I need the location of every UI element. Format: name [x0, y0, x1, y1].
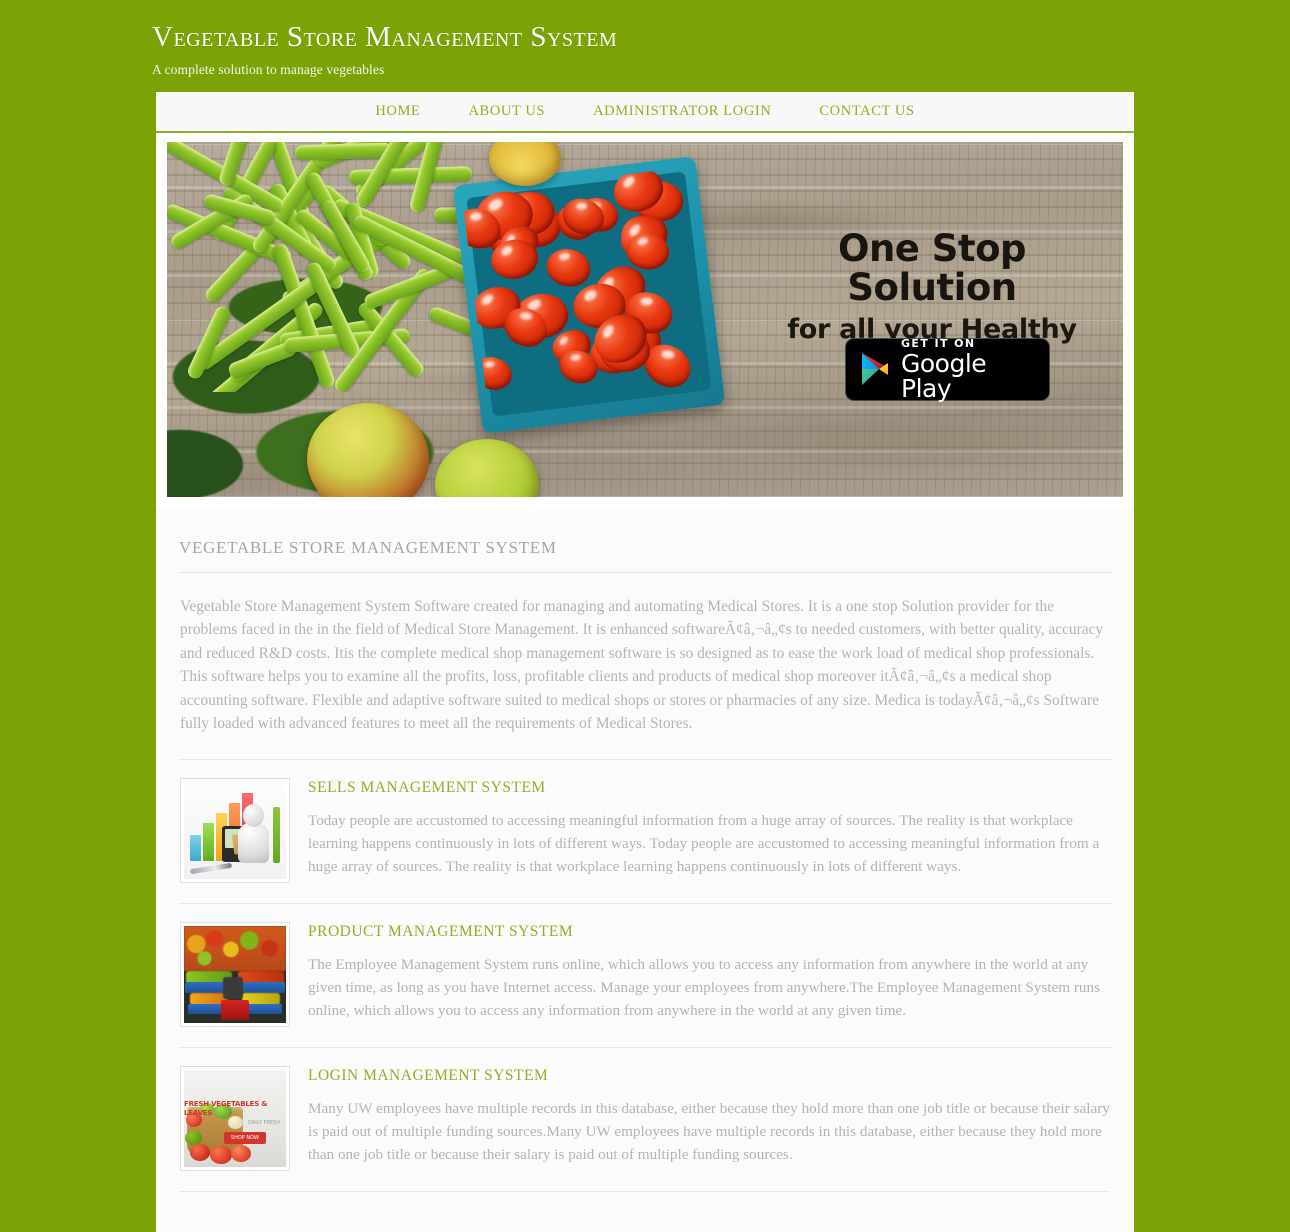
feature-title-login: Login Management System [308, 1067, 549, 1085]
badge-small-label: GET IT ON [901, 336, 976, 350]
feature-row: FRESH VEGETABLES & LEAVES DAILY FRESH SH… [178, 1047, 1112, 1191]
promo-button: SHOP NOW [223, 1132, 266, 1145]
nav-item-contact-us[interactable]: Contact Us [795, 103, 938, 120]
banner-container: One Stop Solution for all your Healthy N… [156, 132, 1134, 508]
intro-paragraph: Vegetable Store Management System Softwa… [180, 597, 1104, 732]
main-content: Vegetable Store Management System Vegeta… [156, 507, 1134, 1232]
feature-thumbnail: FRESH VEGETABLES & LEAVES DAILY FRESH SH… [180, 1066, 290, 1172]
site-tagline: A complete solution to manage vegetables [152, 61, 385, 77]
feature-text-login: Many UW employees have multiple records … [308, 1100, 1110, 1163]
figure-body [238, 823, 269, 864]
promo-headline: FRESH VEGETABLES & LEAVES [184, 1100, 268, 1118]
content-bottom-divider [180, 1191, 1110, 1193]
nav-item-home[interactable]: Home [351, 103, 444, 120]
site-header: Vegetable Store Management System A comp… [0, 0, 1290, 92]
section-title: Vegetable Store Management System [179, 537, 557, 557]
hero-banner: One Stop Solution for all your Healthy N… [167, 141, 1123, 497]
sells-management-image [184, 782, 286, 880]
feature-title-sells: Sells Management System [308, 779, 546, 797]
nav-item-administrator-login[interactable]: Administrator Login [569, 103, 795, 120]
feature-text-product: The Employee Management System runs onli… [308, 956, 1101, 1019]
promo-subline: DAILY FRESH [248, 1120, 280, 1127]
google-play-triangle-icon [862, 353, 888, 386]
badge-big-label: Google Play [901, 348, 987, 403]
page-title: Vegetable Store Management System [152, 21, 618, 53]
feature-thumbnail [180, 922, 290, 1028]
feature-thumbnail [180, 778, 290, 884]
tomato-basket-image [452, 155, 726, 434]
pen-icon [189, 863, 233, 875]
section-divider [178, 571, 1112, 573]
nav-item-about-us[interactable]: About Us [444, 103, 569, 120]
pencil-icon [273, 807, 280, 864]
feature-body: Sells Management System Today people are… [308, 778, 1110, 883]
produce-mural [184, 926, 286, 971]
green-beans-image [167, 141, 497, 392]
product-management-image [184, 926, 286, 1024]
feature-text-sells: Today people are accustomed to accessing… [308, 812, 1100, 875]
main-navigation: Home About Us Administrator Login Contac… [156, 91, 1134, 133]
feature-row: Product Management System The Employee M… [178, 903, 1112, 1047]
feature-row: Sells Management System Today people are… [178, 759, 1112, 903]
google-play-badge-text: GET IT ON Google Play [901, 338, 1035, 401]
feature-title-product: Product Management System [308, 923, 574, 941]
banner-headline: One Stop Solution [837, 226, 1027, 309]
feature-body: Login Management System Many UW employee… [308, 1066, 1110, 1171]
google-play-badge[interactable]: GET IT ON Google Play [845, 337, 1050, 401]
page-shell: Home About Us Administrator Login Contac… [156, 91, 1134, 1232]
feature-body: Product Management System The Employee M… [308, 922, 1110, 1027]
login-management-image: FRESH VEGETABLES & LEAVES DAILY FRESH SH… [184, 1070, 286, 1168]
